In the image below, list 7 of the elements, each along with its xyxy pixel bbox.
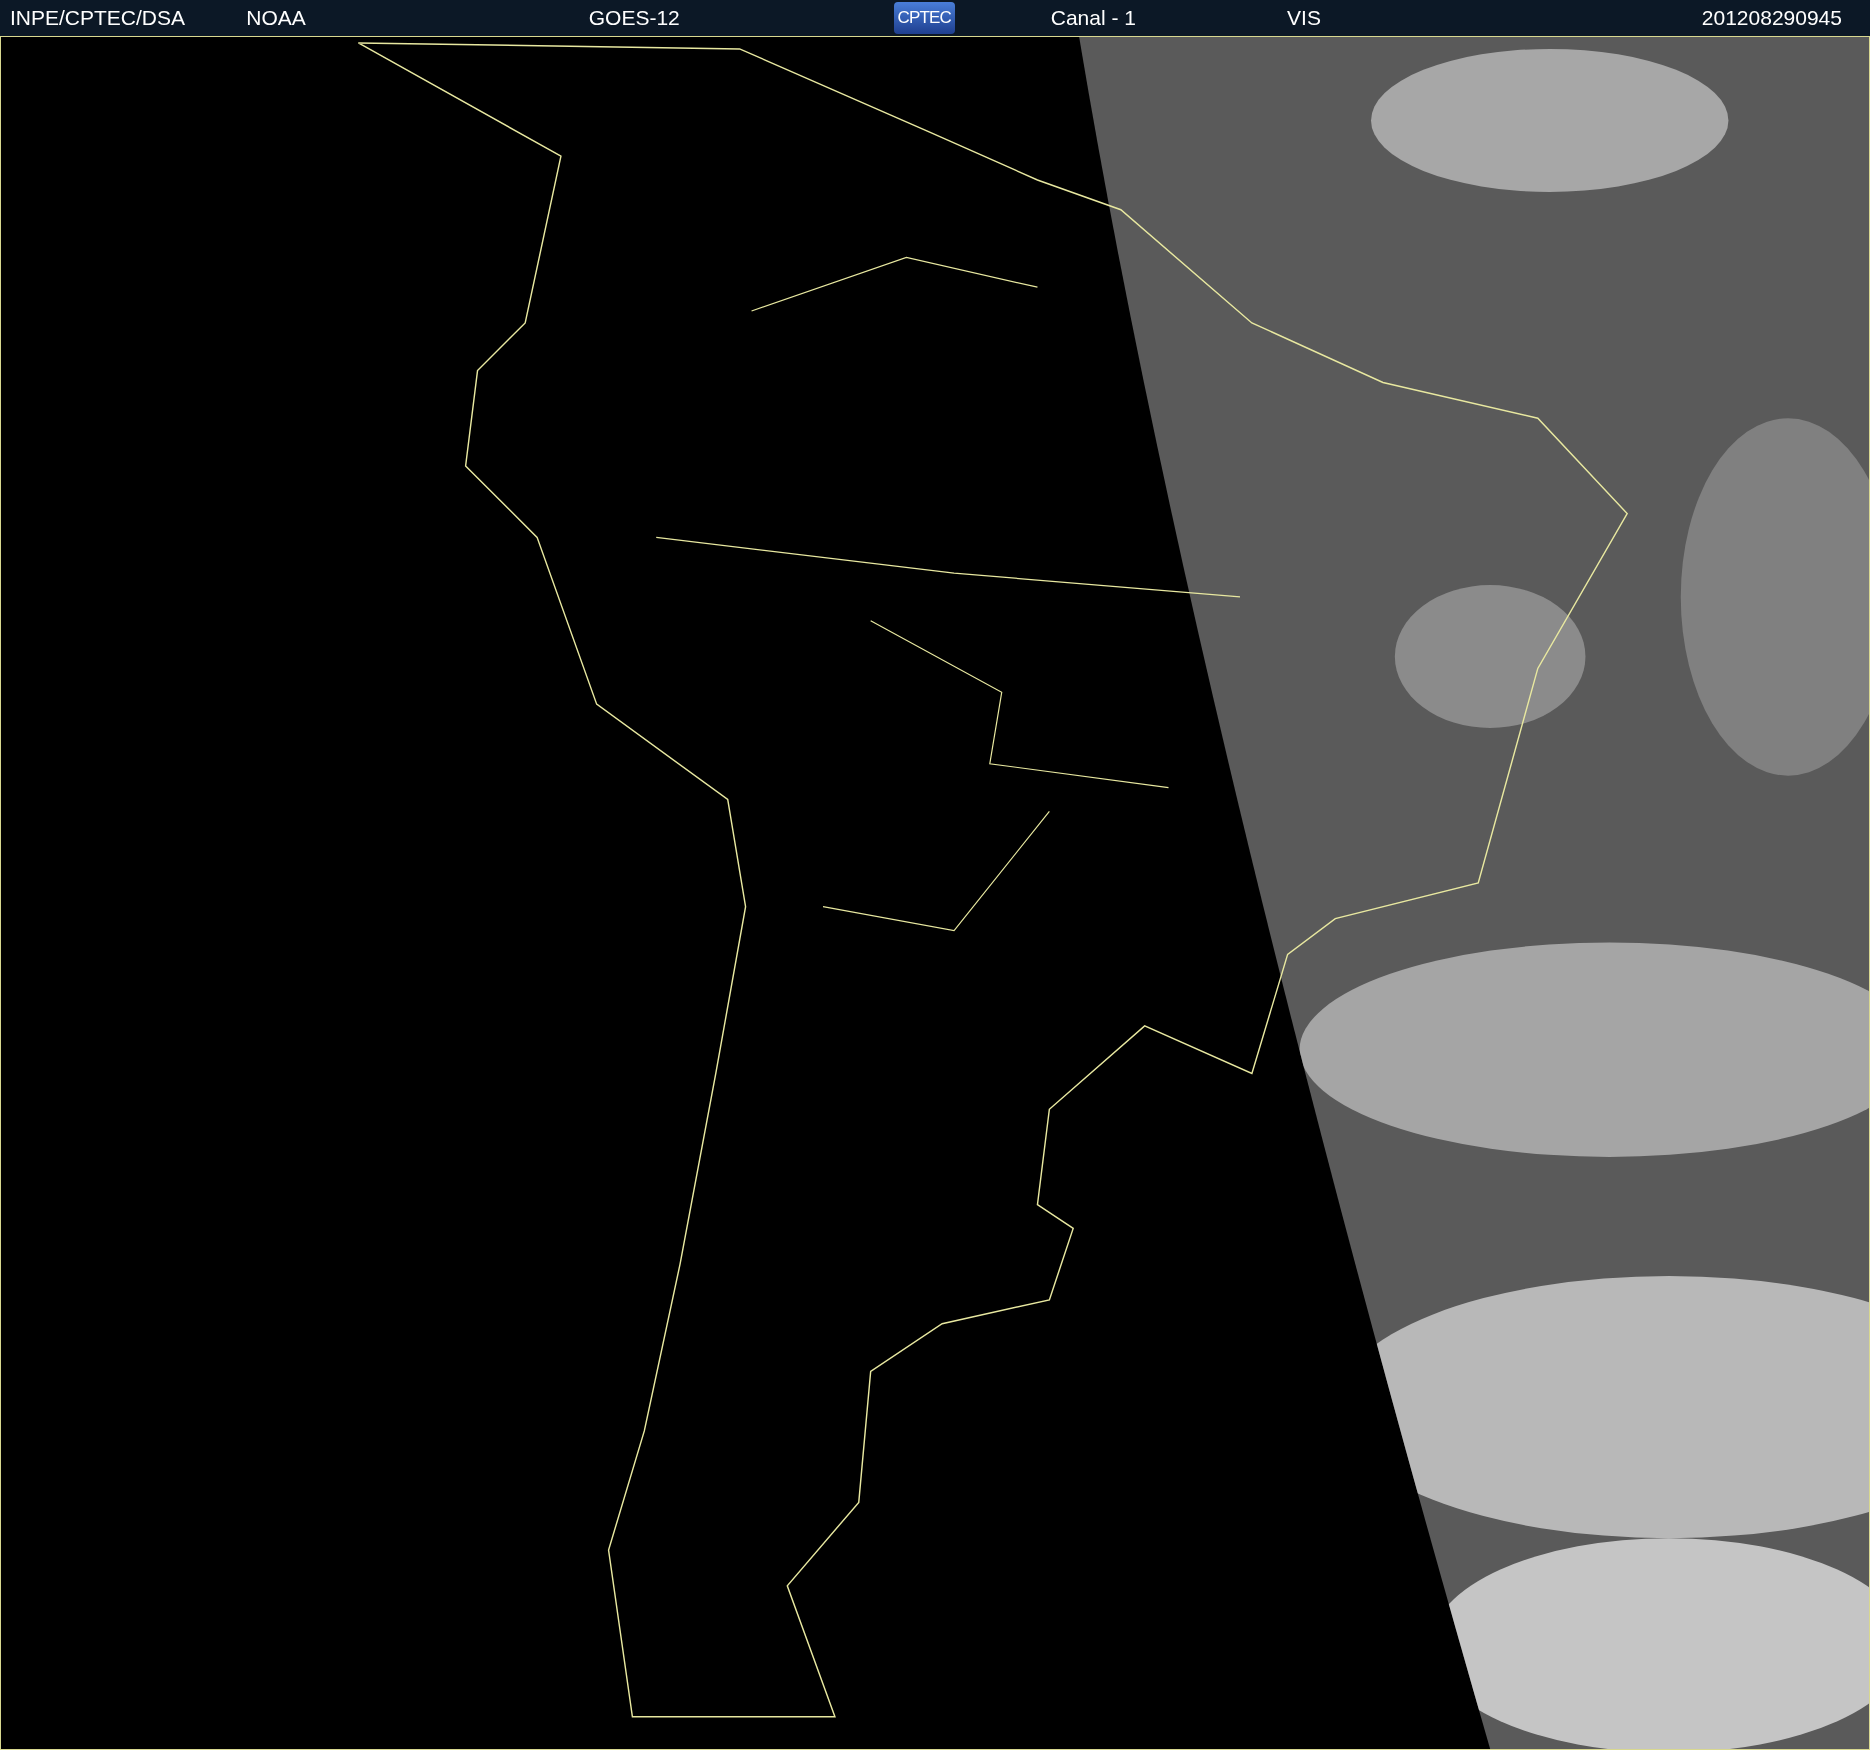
header-label: NOAA — [246, 5, 306, 32]
header-label: VIS — [1287, 5, 1321, 32]
logo-badge: CPTEC — [893, 2, 955, 34]
header-label: INPE/CPTEC/DSA — [10, 5, 186, 32]
header-label: 201208290945 — [1701, 5, 1842, 32]
header-label: GOES-12 — [588, 5, 680, 32]
header-label: Canal - 1 — [1050, 5, 1136, 32]
